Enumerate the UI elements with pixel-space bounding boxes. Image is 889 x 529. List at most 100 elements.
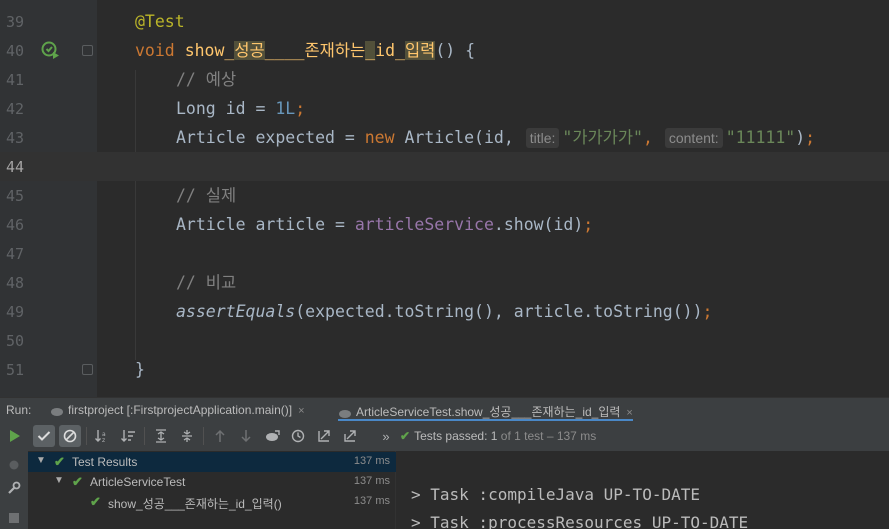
close-icon[interactable]: × [298, 405, 304, 417]
code-editor[interactable]: 39 @Test 40 void show_성공____존재하는_id_입력()… [0, 0, 889, 397]
debug-bug-icon[interactable] [3, 453, 25, 475]
parameter-hint: content: [664, 128, 723, 148]
check-icon: ✔ [90, 494, 101, 509]
tree-node-test-method[interactable]: ✔ show_성공___존재하는_id_입력() 137 ms [28, 492, 396, 512]
code-token: Article expected = [176, 128, 365, 147]
fold-marker-icon[interactable] [82, 45, 93, 56]
code-text: // 비교 [176, 273, 236, 293]
code-line: 40 void show_성공____존재하는_id_입력() { [0, 36, 889, 65]
code-line: 51 } [0, 355, 889, 384]
code-text: Article expected = new Article(id, title… [176, 128, 815, 148]
semicolon: ; [583, 215, 594, 234]
test-runner-toolbar: az » ✔ Tests passed: 1 of 1 test – 137 ms [0, 421, 889, 451]
console-line: > Task :compileJava UP-TO-DATE [411, 485, 700, 504]
run-tool-window-header: Run: firstproject [:FirstprojectApplicat… [0, 397, 889, 422]
code-line: 48 // 비교 [0, 268, 889, 297]
sort-duration-icon[interactable] [117, 425, 139, 447]
line-number: 42 [6, 100, 25, 118]
tree-node-duration: 137 ms [353, 495, 390, 507]
export-icon[interactable] [313, 425, 335, 447]
code-line: 46 Article article = articleService.show… [0, 210, 889, 239]
line-number: 46 [6, 216, 25, 234]
import-tests-icon[interactable] [261, 425, 283, 447]
history-icon[interactable] [287, 425, 309, 447]
show-passed-icon[interactable] [33, 425, 55, 447]
collapse-all-icon[interactable] [176, 425, 198, 447]
code-text: @Test [135, 12, 185, 32]
code-text: // 실제 [176, 186, 236, 206]
more-actions-icon[interactable]: » [375, 425, 397, 447]
parameter-hint: title: [525, 128, 560, 148]
annotation: @Test [135, 12, 185, 31]
chevron-down-icon[interactable]: ▼ [54, 475, 64, 486]
run-tab-label: firstproject [:FirstprojectApplication.m… [68, 403, 293, 417]
code-text: void show_성공____존재하는_id_입력() { [135, 41, 475, 61]
comment: // 비교 [176, 273, 237, 292]
code-line: 50 [0, 326, 889, 355]
rerun-icon[interactable] [4, 425, 26, 447]
keyword: void [135, 41, 175, 60]
code-token: } [135, 360, 145, 379]
run-tab-articleservicetest[interactable]: ArticleServiceTest.show_성공___존재하는_id_입력 × [338, 398, 633, 422]
code-line: 47 [0, 239, 889, 268]
method-name: show_ [184, 41, 235, 60]
prev-failed-icon[interactable] [209, 425, 231, 447]
comment: // 예상 [176, 70, 237, 89]
code-line: 45 // 실제 [0, 181, 889, 210]
code-token: Long id = [176, 99, 276, 118]
run-label: Run: [6, 403, 32, 417]
code-line: 41 // 예상 [0, 65, 889, 94]
gradle-icon [339, 410, 351, 418]
expand-all-icon[interactable] [150, 425, 172, 447]
wrench-icon[interactable] [3, 477, 25, 499]
tree-node-label: ArticleServiceTest [90, 475, 186, 489]
method-name-highlight: 성공 [234, 41, 265, 60]
method-name: id_ [375, 41, 405, 60]
string-literal: "가가가가" [562, 128, 643, 147]
static-method-call: assertEquals [176, 302, 296, 321]
line-number: 44 [6, 158, 25, 176]
check-icon: ✔ [54, 454, 65, 469]
code-text: assertEquals(expected.toString(), articl… [176, 302, 712, 322]
line-number: 51 [6, 361, 25, 379]
field-reference: articleService [354, 215, 494, 234]
semicolon: ; [295, 99, 306, 118]
next-failed-icon[interactable] [235, 425, 257, 447]
chevron-down-icon[interactable]: ▼ [36, 455, 46, 466]
gradle-icon [51, 408, 63, 416]
tree-node-class[interactable]: ▼ ✔ ArticleServiceTest 137 ms [28, 472, 396, 492]
tree-node-test-results[interactable]: ▼ ✔ Test Results 137 ms [28, 452, 396, 472]
comment: // 실제 [176, 186, 237, 205]
test-results-tree: ▼ ✔ Test Results 137 ms ▼ ✔ ArticleServi… [28, 451, 396, 529]
tree-node-label: Test Results [72, 455, 138, 469]
svg-text:z: z [102, 437, 105, 443]
fold-marker-icon[interactable] [82, 364, 93, 375]
code-line: 42 Long id = 1L; [0, 94, 889, 123]
stop-icon[interactable] [3, 507, 25, 529]
method-name: ____존재하는 [264, 41, 366, 60]
string-literal: "11111" [725, 128, 796, 147]
code-line: 49 assertEquals(expected.toString(), art… [0, 297, 889, 326]
status-prefix: Tests passed: [414, 429, 491, 443]
tree-node-label: show_성공___존재하는_id_입력() [108, 497, 282, 511]
method-name-highlight: _ [365, 41, 376, 60]
console-output[interactable]: > Task :compileJava UP-TO-DATE > Task :p… [397, 451, 889, 529]
close-icon[interactable]: × [626, 407, 632, 419]
sort-alpha-icon[interactable]: az [91, 425, 113, 447]
show-ignored-icon[interactable] [59, 425, 81, 447]
code-token: Article(id, [394, 128, 524, 147]
open-icon[interactable] [339, 425, 361, 447]
tree-node-duration: 137 ms [353, 475, 390, 487]
run-test-gutter-icon[interactable] [40, 39, 62, 61]
tree-node-duration: 137 ms [353, 455, 390, 467]
run-tab-firstproject[interactable]: firstproject [:FirstprojectApplication.m… [50, 398, 305, 422]
code-text: Article article = articleService.show(id… [176, 215, 593, 235]
run-side-toolbar [0, 451, 28, 529]
code-token: () { [435, 41, 476, 60]
number-literal: 1L [275, 99, 296, 118]
line-number: 41 [6, 71, 25, 89]
semicolon: ; [805, 128, 816, 147]
code-text: } [135, 360, 145, 380]
status-suffix: of 1 test – 137 ms [497, 429, 597, 443]
toolbar-separator [203, 427, 204, 445]
